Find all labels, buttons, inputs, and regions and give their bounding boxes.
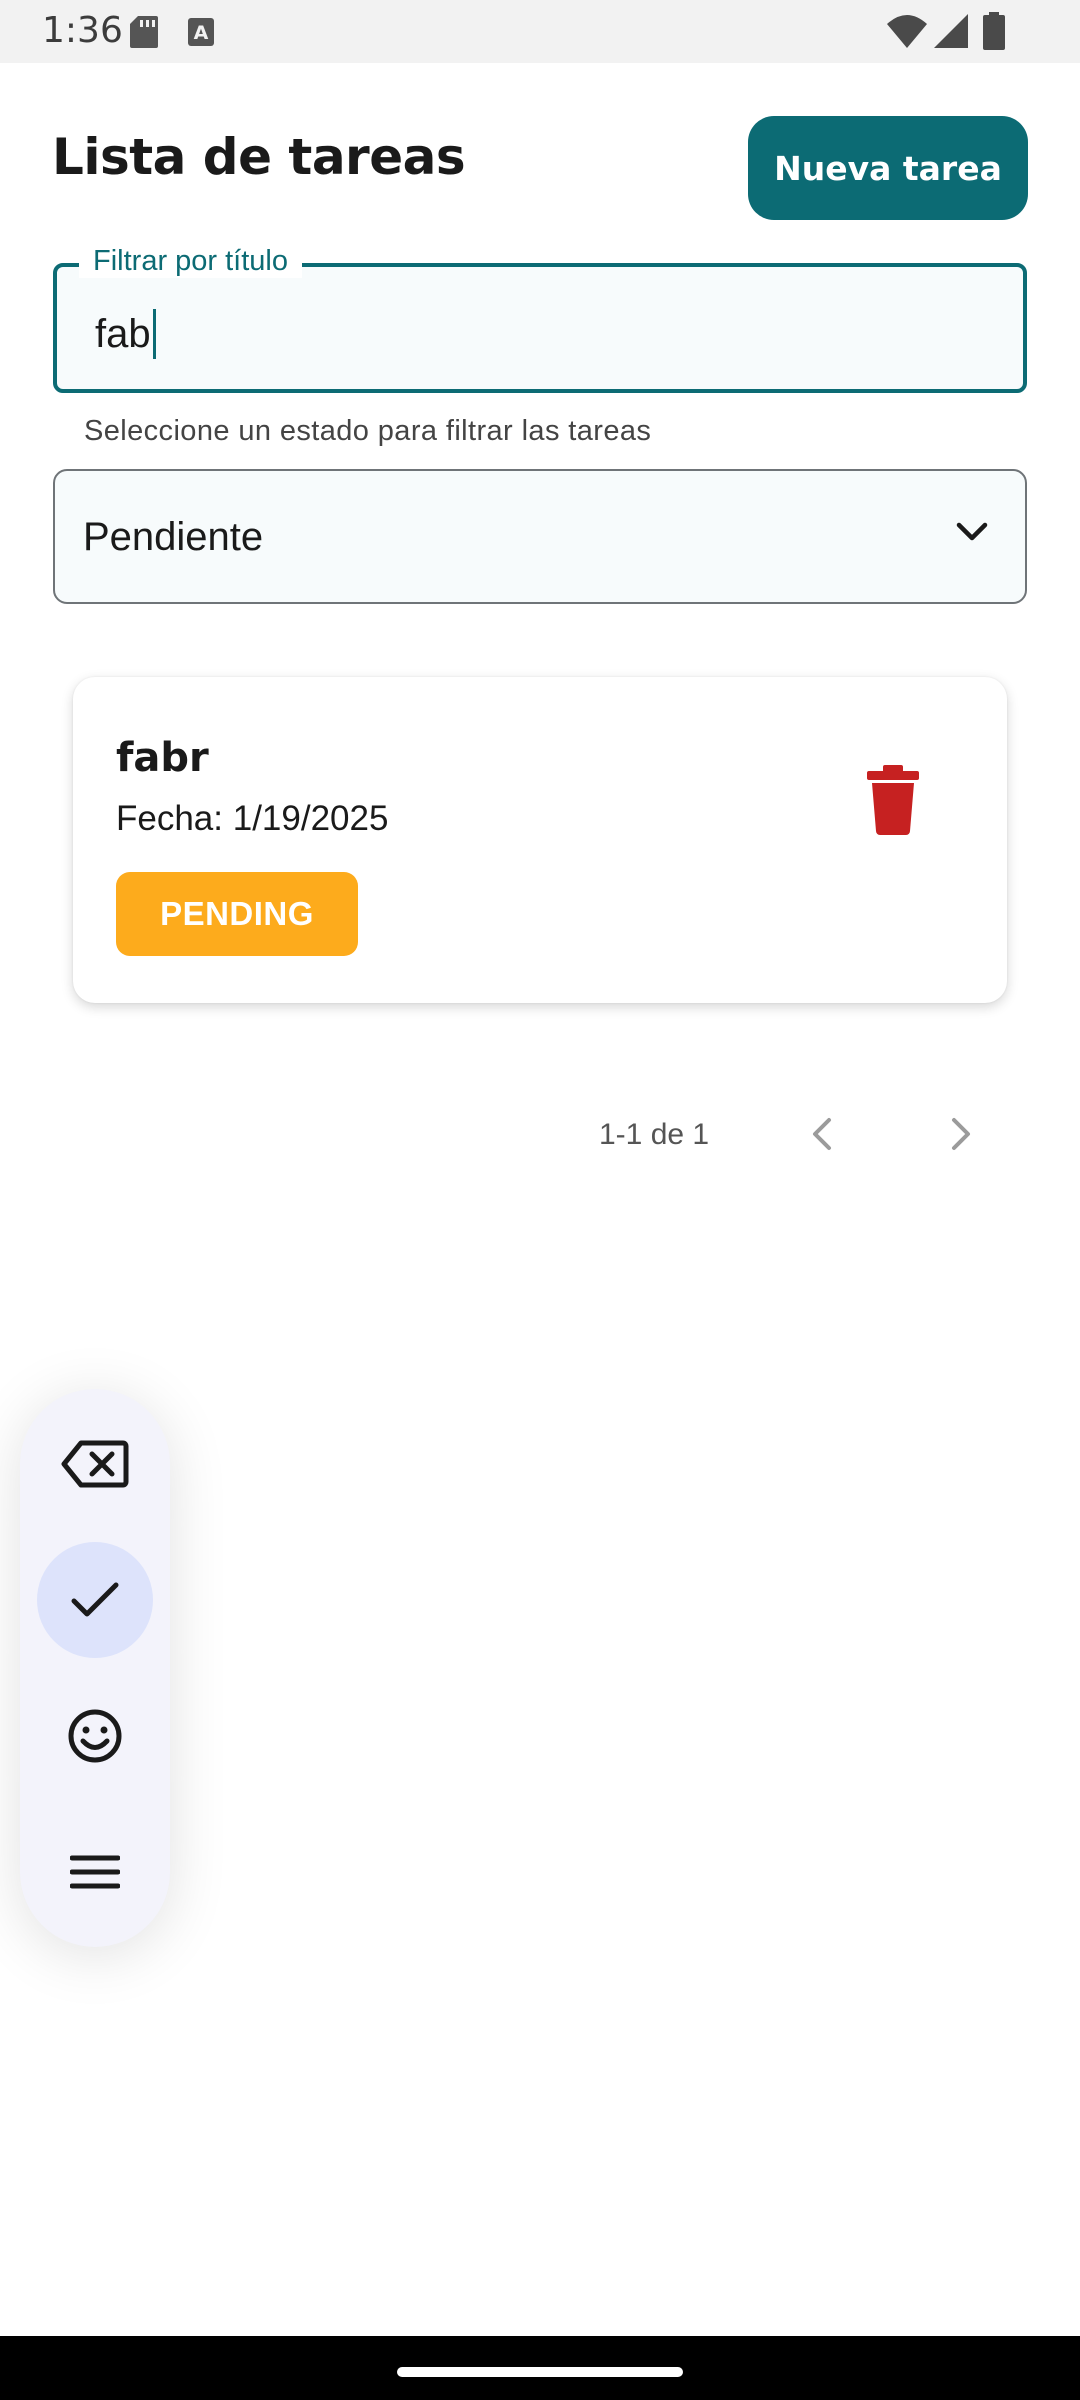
status-filter-select[interactable]: Pendiente [53,469,1027,604]
keyboard-toolbar [20,1389,170,1947]
title-filter-value-wrap: fab [95,309,156,359]
title-filter-input[interactable]: Filtrar por título fab [53,245,1027,393]
menu-button[interactable] [37,1814,153,1930]
home-indicator[interactable] [397,2367,683,2377]
screen: 1:36 A Lista de tareas Nueva tarea Filtr… [0,0,1080,2400]
title-filter-value: fab [95,311,151,356]
wifi-icon [887,15,927,48]
emoji-button[interactable] [37,1678,153,1794]
backspace-button[interactable] [37,1406,153,1522]
task-title: fabr [116,735,209,781]
status-time: 1:36 [42,10,123,51]
keyboard-a-icon: A [188,18,214,46]
task-status-badge[interactable]: PENDING [116,872,358,956]
status-filter-helper: Seleccione un estado para filtrar las ta… [84,415,652,447]
menu-icon [70,1855,120,1889]
check-icon [71,1582,119,1617]
chevron-down-icon [956,522,988,541]
new-task-button[interactable]: Nueva tarea [748,116,1028,220]
chevron-right-icon [952,1118,970,1150]
sd-card-icon [130,16,158,48]
delete-task-button[interactable] [863,765,923,835]
battery-icon [983,12,1005,50]
title-filter-label: Filtrar por título [79,245,302,278]
pagination-range: 1-1 de 1 [599,1118,710,1151]
emoji-icon [68,1709,122,1763]
svg-text:A: A [194,22,209,44]
task-card[interactable]: fabr Fecha: 1/19/2025 PENDING [73,677,1007,1003]
status-bar: 1:36 A [0,0,1080,63]
done-button[interactable] [37,1542,153,1658]
status-filter-value: Pendiente [83,515,264,559]
text-caret [152,309,156,359]
trash-icon [867,765,919,835]
page-title: Lista de tareas [52,128,466,186]
next-page-button[interactable] [942,1116,978,1152]
prev-page-button[interactable] [805,1116,841,1152]
task-date: Fecha: 1/19/2025 [116,799,389,838]
backspace-icon [61,1440,129,1488]
chevron-left-icon [813,1118,831,1150]
signal-icon [934,14,968,48]
